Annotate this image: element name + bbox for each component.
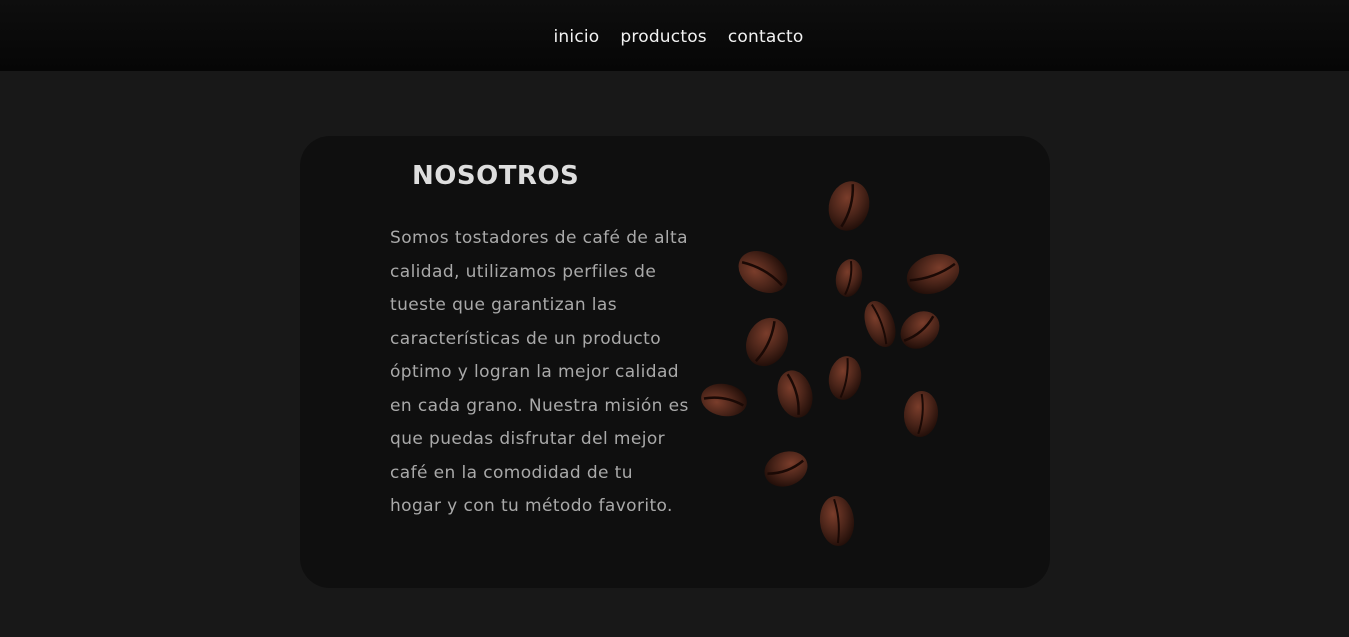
nav-menu: inicio productos contacto (546, 0, 804, 47)
nav-link-inicio[interactable]: inicio (554, 27, 600, 47)
about-description: Somos tostadores de café de alta calidad… (390, 228, 689, 516)
coffee-beans-image (701, 181, 960, 546)
nav-link-productos[interactable]: productos (620, 27, 706, 47)
about-title: NOSOTROS (412, 161, 580, 191)
top-navbar: inicio productos contacto (0, 0, 1349, 71)
nav-link-contacto[interactable]: contacto (728, 27, 804, 47)
coffee-bean-group (701, 181, 960, 546)
about-card: NOSOTROS Somos tostadores de café de alt… (300, 136, 1050, 588)
